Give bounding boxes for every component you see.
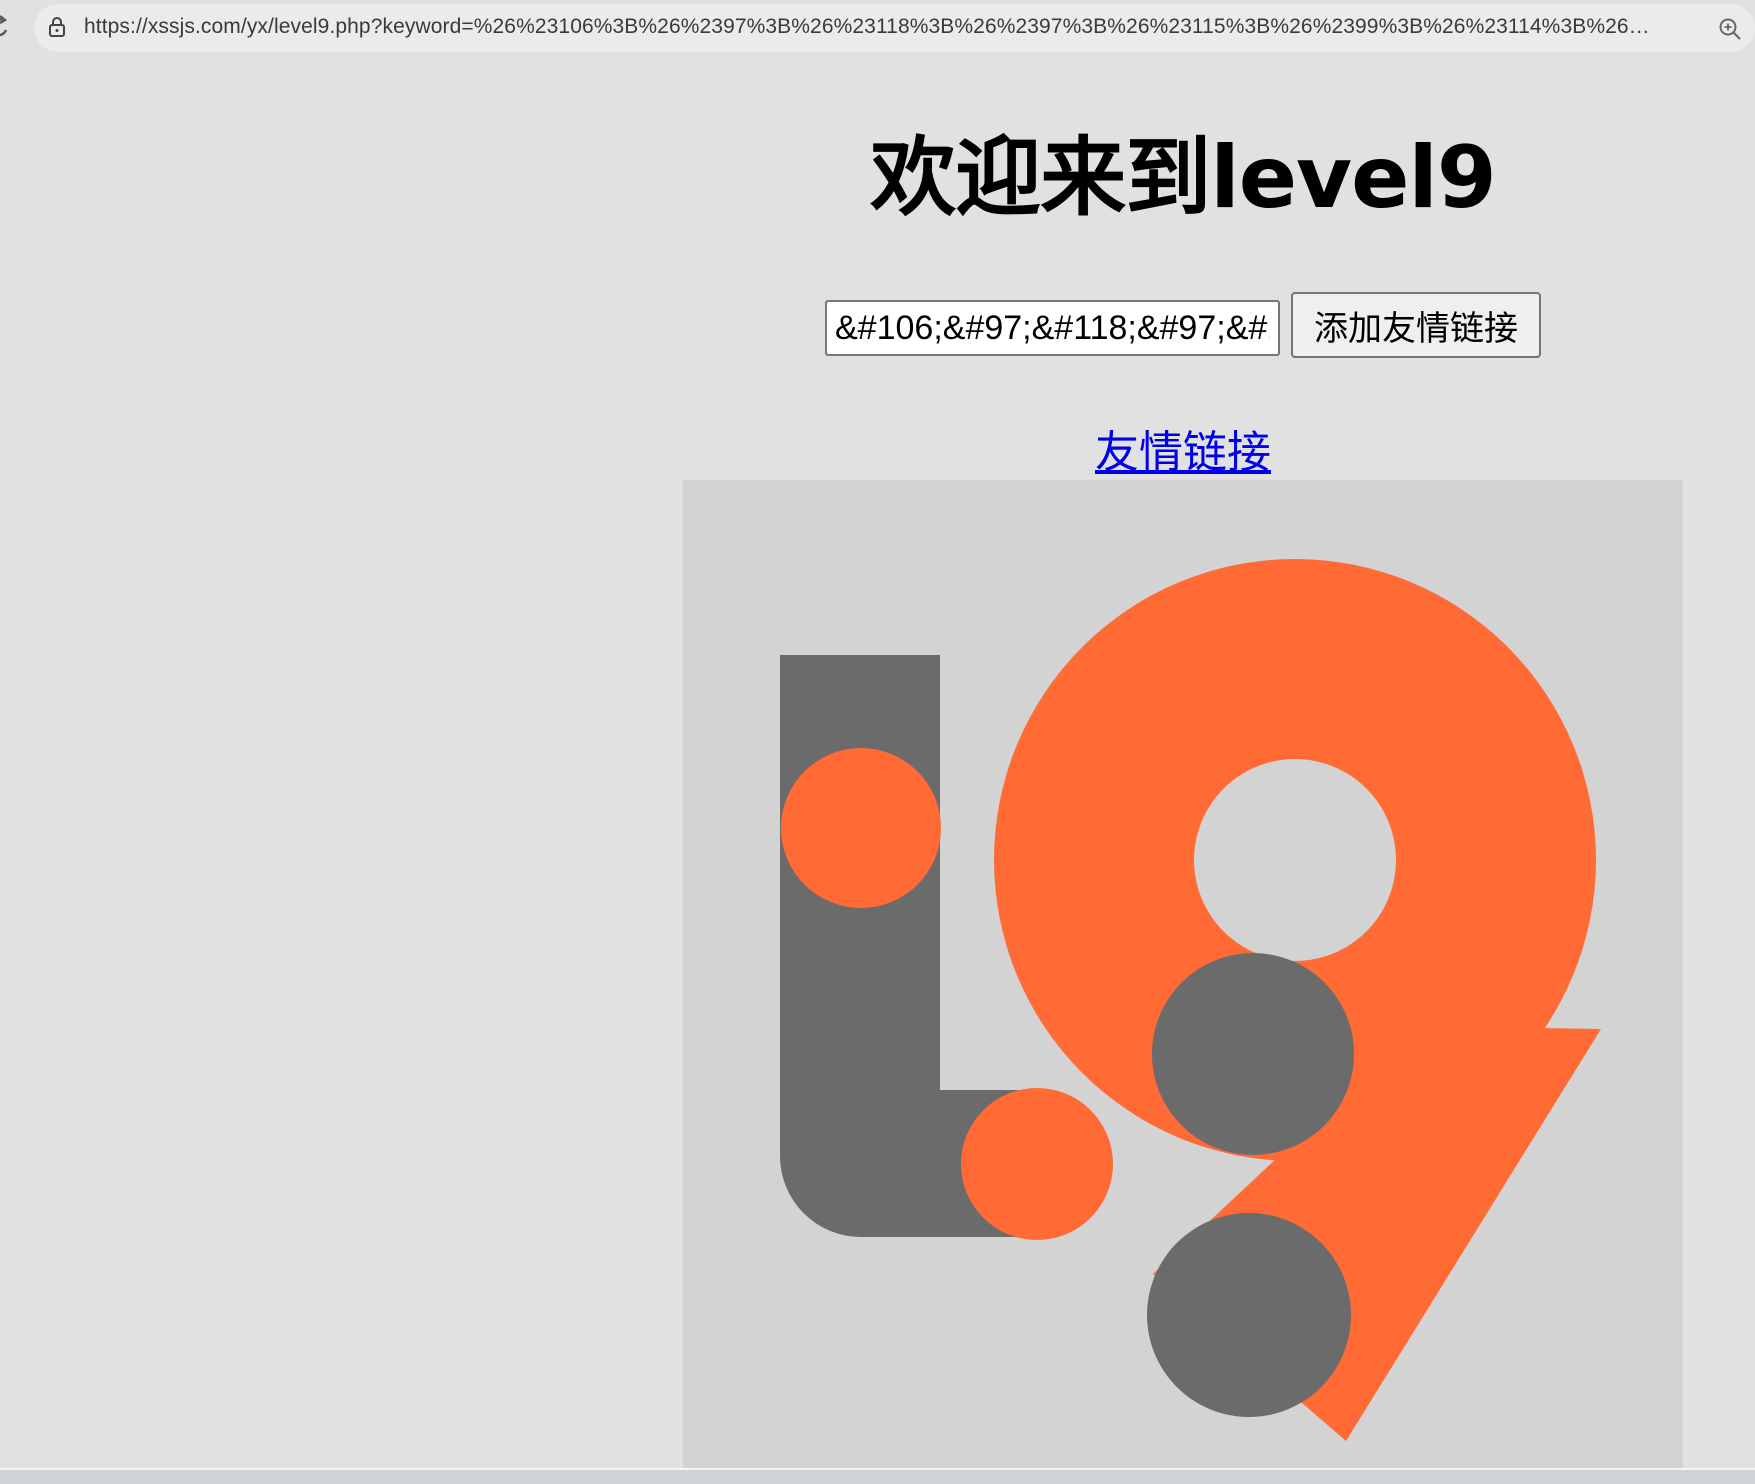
reload-icon[interactable] — [0, 10, 12, 46]
url-text[interactable]: https://xssjs.com/yx/level9.php?keyword=… — [84, 15, 1664, 39]
site-info-icon[interactable] — [46, 16, 68, 38]
keyword-input[interactable] — [825, 300, 1280, 356]
logo-gray-dot-upper — [1152, 953, 1354, 1155]
logo-gray-dot-lower — [1147, 1213, 1351, 1417]
window-bottom-edge — [0, 1470, 1755, 1484]
address-bar[interactable]: https://xssjs.com/yx/level9.php?keyword=… — [34, 4, 1755, 52]
browser-toolbar: https://xssjs.com/yx/level9.php?keyword=… — [0, 0, 1755, 58]
friend-link-container: 友情链接 — [0, 424, 1755, 482]
page-title: 欢迎来到level9 — [870, 128, 1497, 228]
add-friend-link-button[interactable]: 添加友情链接 — [1291, 292, 1541, 358]
zoom-icon[interactable] — [1717, 16, 1743, 42]
friend-link[interactable]: 友情链接 — [1095, 427, 1271, 478]
level9-logo — [683, 480, 1683, 1470]
